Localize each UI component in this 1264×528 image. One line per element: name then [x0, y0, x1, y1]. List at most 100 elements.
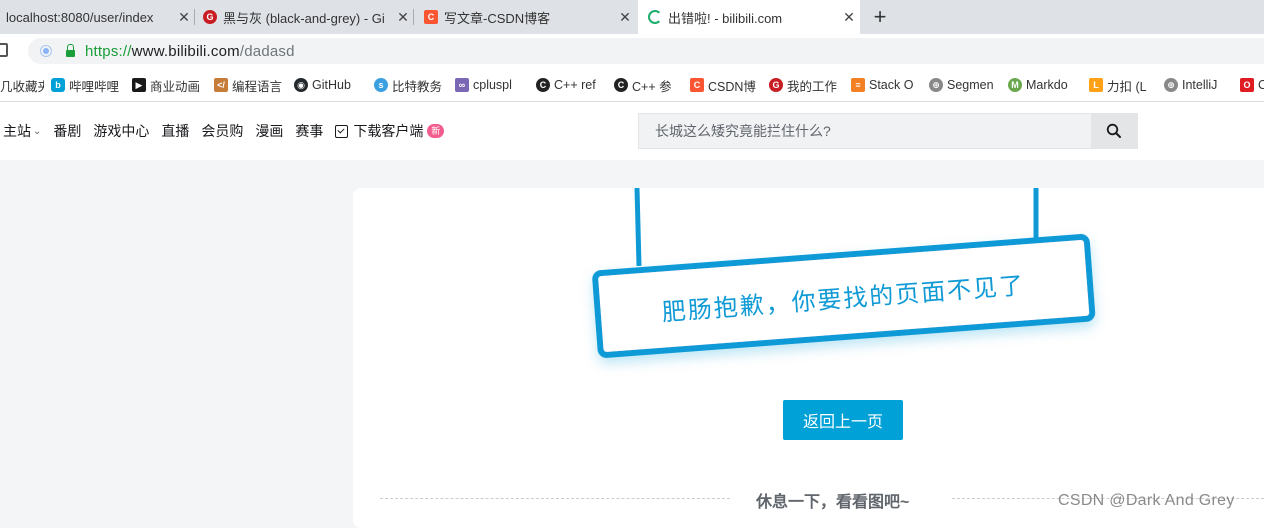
csdn-icon: C [690, 78, 704, 92]
nav-item-live[interactable]: 直播 [161, 121, 189, 141]
new-badge: 新 [427, 124, 445, 138]
sign-board: 肥肠抱歉，你要找的页面不见了 [592, 234, 1096, 358]
bookmark-label: GitHub [312, 78, 351, 92]
browser-tab[interactable]: G 黑与灰 (black-and-grey) - Gi ✕ [197, 0, 414, 34]
bookmark-item[interactable]: C C++ 参 [614, 68, 678, 101]
go-back-button[interactable]: 返回上一页 [783, 400, 903, 440]
bookmark-item[interactable]: ∞ cpluspl [455, 68, 523, 101]
search-icon [1106, 123, 1121, 138]
bookmark-item[interactable]: L 力扣 (L [1089, 68, 1155, 101]
bookmark-label: C++ ref [554, 78, 596, 92]
bookmark-item[interactable]: ⊕ Segmen [929, 68, 997, 101]
address-bar: https://www.bilibili.com/dadasd [0, 34, 1264, 68]
tab-title: 写文章-CSDN博客 [444, 10, 551, 26]
markdown-icon: M [1008, 78, 1022, 92]
site-info-icon[interactable] [40, 45, 52, 57]
rest-caption: 休息一下，看看图吧~ [756, 494, 910, 511]
nav-item-mall[interactable]: 会员购 [201, 121, 243, 141]
bookmark-item[interactable]: G 我的工作 [769, 68, 839, 101]
bookmark-item[interactable]: C CSDN博 [690, 68, 758, 101]
loading-icon [648, 10, 662, 24]
url-field[interactable]: https://www.bilibili.com/dadasd [28, 38, 1264, 64]
browser-tab[interactable]: localhost:8080/user/index ✕ [0, 0, 195, 34]
bookmark-item[interactable]: </ 编程语言 [214, 68, 284, 101]
bookmark-item[interactable]: b 哔哩哔哩 [51, 68, 121, 101]
nav-item-main[interactable]: 主站 ⌄ [3, 121, 41, 141]
hanging-sign-illustration: 肥肠抱歉，你要找的页面不见了 [592, 188, 1096, 358]
nav-item-game-center[interactable]: 游戏中心 [93, 121, 149, 141]
divider-line-left [380, 498, 730, 499]
tab-close-icon[interactable]: ✕ [838, 9, 860, 26]
search-button[interactable] [1091, 114, 1137, 148]
lock-icon[interactable] [66, 43, 75, 57]
bookmark-label: 几收藏夹 [0, 79, 44, 94]
bookmark-item[interactable]: C C++ ref [536, 68, 602, 101]
site-header: 主站 ⌄ 番剧 游戏中心 直播 会员购 漫画 赛事 下载客户端 新 [0, 102, 1264, 160]
search-input[interactable] [639, 113, 1091, 149]
bookmark-label: 编程语言 [232, 79, 283, 94]
bilibili-icon: b [51, 78, 65, 92]
bookmark-label: 力扣 (L [1107, 79, 1147, 94]
bookmark-item[interactable]: 几收藏夹 [0, 68, 44, 101]
bookmarks-bar: 几收藏夹 b 哔哩哔哩 ▶ 商业动画 </ 编程语言 ◉ GitHub s 比特… [0, 68, 1264, 102]
browser-tab-active[interactable]: 出错啦! - bilibili.com ✕ [638, 0, 860, 34]
bookmark-item[interactable]: ⊕ IntelliJ [1164, 68, 1232, 101]
animation-icon: ▶ [132, 78, 146, 92]
bookmark-label: cpluspl [473, 78, 512, 92]
bookmark-label: Markdo [1026, 78, 1068, 92]
url-host: www.bilibili.com [131, 42, 240, 60]
nav-item-esports[interactable]: 赛事 [295, 121, 323, 141]
nav-item-bangumi[interactable]: 番剧 [53, 121, 81, 141]
url-scheme: https [85, 42, 119, 60]
bookmark-item[interactable]: M Markdo [1008, 68, 1076, 101]
bookmark-label: IntelliJ [1182, 78, 1218, 92]
bookmark-label: Segmen [947, 78, 994, 92]
bookmark-label: CSDN博 [708, 79, 756, 94]
download-icon [335, 124, 349, 138]
globe-icon: ⊕ [929, 78, 943, 92]
bookmark-item[interactable]: ▶ 商业动画 [132, 68, 202, 101]
browser-tab[interactable]: C 写文章-CSDN博客 ✕ [418, 0, 636, 34]
chevron-down-icon: ⌄ [33, 125, 42, 137]
bookmark-item[interactable]: ◉ GitHub [294, 68, 358, 101]
nav-item-download-client[interactable]: 下载客户端 新 [335, 121, 445, 141]
leetcode-icon: L [1089, 78, 1103, 92]
tab-close-icon[interactable]: ✕ [392, 9, 414, 26]
bookmark-label: Stack O [869, 78, 914, 92]
bookmark-item[interactable]: s 比特教务 [374, 68, 444, 101]
home-icon[interactable] [0, 43, 8, 57]
csdn-icon: C [424, 10, 438, 24]
url-separator: :// [118, 42, 132, 60]
globe-icon: ⊕ [1164, 78, 1178, 92]
bit-icon: s [374, 78, 388, 92]
bookmark-label: 哔哩哔哩 [69, 79, 120, 94]
cplusplus-icon: ∞ [455, 78, 469, 92]
bookmark-label: 比特教务 [392, 79, 443, 94]
oracle-icon: O [1240, 78, 1254, 92]
nav-label: 主站 [3, 123, 31, 139]
gitee-icon: G [203, 10, 217, 24]
new-tab-button[interactable]: + [866, 3, 894, 31]
code-icon: </ [214, 78, 228, 92]
error-card: 肥肠抱歉，你要找的页面不见了 [353, 188, 1264, 528]
tab-close-icon[interactable]: ✕ [173, 9, 195, 26]
bookmark-label: C++ 参 [632, 79, 672, 94]
cppref-icon: C [536, 78, 550, 92]
main-nav: 主站 ⌄ 番剧 游戏中心 直播 会员购 漫画 赛事 下载客户端 新 [3, 102, 456, 160]
bookmark-item[interactable]: O C [1240, 68, 1264, 101]
gitee-icon: G [769, 78, 783, 92]
csdn-watermark: CSDN @Dark And Grey [1058, 492, 1235, 509]
sign-rope-left [634, 188, 642, 267]
tab-close-icon[interactable]: ✕ [614, 9, 636, 26]
search-box [638, 113, 1138, 149]
bookmark-label: 商业动画 [150, 79, 201, 94]
download-label: 下载客户端 [353, 123, 424, 139]
cppref-icon: C [614, 78, 628, 92]
tab-title: 黑与灰 (black-and-grey) - Gi [223, 10, 385, 26]
tab-title: localhost:8080/user/index [6, 9, 154, 25]
bookmark-label: C [1258, 78, 1264, 92]
tab-separator [413, 9, 414, 25]
url-text[interactable]: https://www.bilibili.com/dadasd [85, 43, 295, 60]
nav-item-manga[interactable]: 漫画 [255, 121, 283, 141]
bookmark-item[interactable]: ≡ Stack O [851, 68, 917, 101]
